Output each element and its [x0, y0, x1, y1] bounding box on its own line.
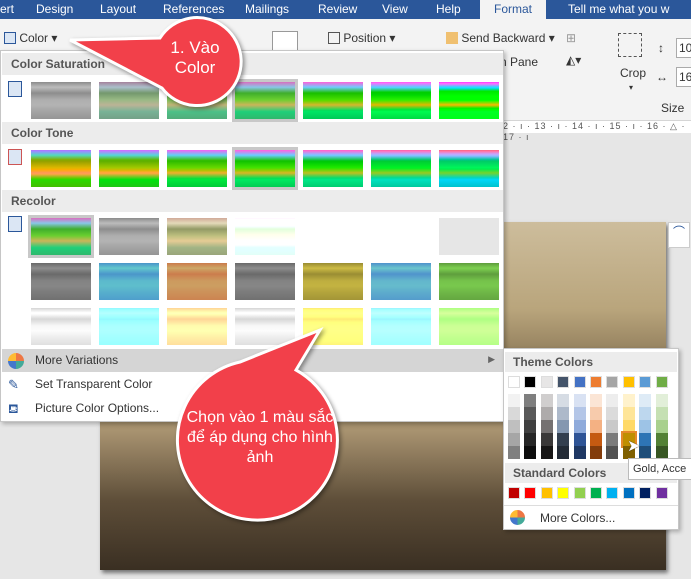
- callout-2-text: Chọn vào 1 màu sắc để áp dụng cho hình ả…: [186, 409, 334, 466]
- callout-shapes: [69, 16, 339, 522]
- callout-1-text: 1. Vào Color: [170, 38, 220, 77]
